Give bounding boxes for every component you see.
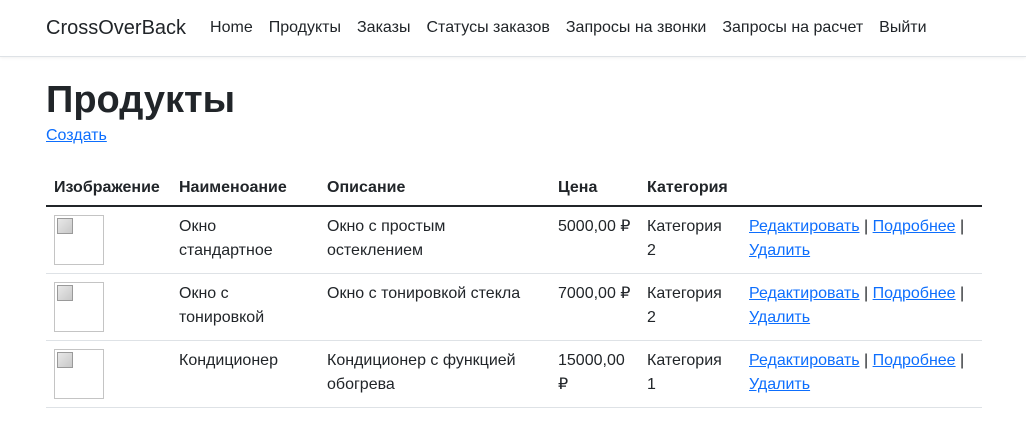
delete-link[interactable]: Удалить [749,309,810,326]
nav-menu: Home Продукты Заказы Статусы заказов Зап… [210,19,943,37]
image-cell [46,206,171,274]
header-category: Категория [639,171,741,207]
product-price: 5000,00 ₽ [550,206,639,274]
product-name: Окно с тонировкой [171,273,319,341]
row-actions: Редактировать | Подробнее | Удалить [741,273,982,341]
product-category: Категория 1 [639,340,741,408]
product-name: Окно стандартное [171,206,319,274]
separator: | [863,352,869,369]
details-link[interactable]: Подробнее [873,285,956,302]
product-price: 15000,00 ₽ [550,340,639,408]
nav-item-orders[interactable]: Заказы [357,19,410,37]
nav-item-call-requests[interactable]: Запросы на звонки [566,19,706,37]
delete-link[interactable]: Удалить [749,376,810,393]
nav-item-order-statuses[interactable]: Статусы заказов [426,19,549,37]
separator: | [960,218,965,235]
broken-image-icon [54,215,104,265]
edit-link[interactable]: Редактировать [749,218,860,235]
table-header-row: Изображение Наименоание Описание Цена Ка… [46,171,982,207]
delete-link[interactable]: Удалить [749,242,810,259]
details-link[interactable]: Подробнее [873,218,956,235]
header-actions [741,171,982,207]
main-content: Продукты Создать Изображение Наименоание… [0,79,982,408]
create-link[interactable]: Создать [46,127,107,145]
product-category: Категория 2 [639,273,741,341]
nav-item-logout[interactable]: Выйти [879,19,926,37]
nav-item-calc-requests[interactable]: Запросы на расчет [722,19,863,37]
edit-link[interactable]: Редактировать [749,285,860,302]
nav-item-home[interactable]: Home [210,19,253,37]
top-navbar: CrossOverBack Home Продукты Заказы Стату… [0,0,1026,57]
header-name: Наименоание [171,171,319,207]
product-description: Кондиционер с функцией обогрева [319,340,550,408]
product-description: Окно с простым остеклением [319,206,550,274]
separator: | [960,285,965,302]
nav-item-products[interactable]: Продукты [269,19,341,37]
separator: | [863,218,869,235]
broken-image-icon [54,282,104,332]
table-row: Кондиционер Кондиционер с функцией обогр… [46,340,982,408]
header-price: Цена [550,171,639,207]
image-cell [46,340,171,408]
row-actions: Редактировать | Подробнее | Удалить [741,340,982,408]
product-name: Кондиционер [171,340,319,408]
header-image: Изображение [46,171,171,207]
details-link[interactable]: Подробнее [873,352,956,369]
products-table: Изображение Наименоание Описание Цена Ка… [46,171,982,408]
image-cell [46,273,171,341]
broken-image-icon [54,349,104,399]
page-title: Продукты [46,79,236,121]
edit-link[interactable]: Редактировать [749,352,860,369]
separator: | [960,352,965,369]
separator: | [863,285,869,302]
table-row: Окно с тонировкой Окно с тонировкой стек… [46,273,982,341]
product-description: Окно с тонировкой стекла [319,273,550,341]
table-row: Окно стандартное Окно с простым остеклен… [46,206,982,274]
row-actions: Редактировать | Подробнее | Удалить [741,206,982,274]
product-category: Категория 2 [639,206,741,274]
product-price: 7000,00 ₽ [550,273,639,341]
header-description: Описание [319,171,550,207]
brand-link[interactable]: CrossOverBack [46,17,186,40]
